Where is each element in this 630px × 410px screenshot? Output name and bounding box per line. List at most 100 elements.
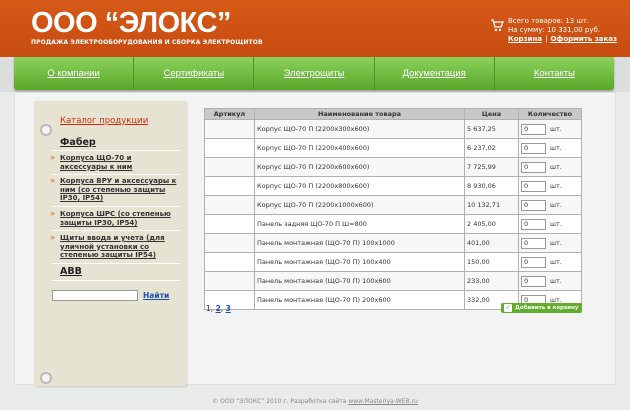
- cell-price: 8 930,06: [464, 176, 519, 196]
- cell-sku: [204, 252, 255, 272]
- divider: [52, 263, 180, 264]
- cell-price: 233,00: [464, 271, 519, 291]
- footer-text: © ООО “ЭЛОКС” 2010 г. Разработка сайта: [212, 398, 347, 405]
- cell-qty: 0 шт.: [518, 195, 582, 215]
- unit-label: шт.: [550, 220, 562, 228]
- divider: [52, 174, 180, 175]
- add-to-cart-label: Добавить в корзину: [515, 305, 579, 311]
- nav-contacts[interactable]: Контакты: [495, 57, 614, 90]
- nav-switchboards[interactable]: Электрощиты: [254, 57, 375, 90]
- section-abb[interactable]: ABB: [60, 266, 82, 277]
- catalog-item[interactable]: Корпуса ШРС (со степенью защиты IP30, IP…: [50, 210, 178, 227]
- unit-label: шт.: [550, 125, 562, 133]
- table-header-row: Артикул Наименование товара Цена Количес…: [204, 108, 582, 120]
- table-row: Панель монтажная (ЩО-70 П) 100х400 150,00…: [204, 252, 582, 272]
- cart-total-items: Всего товаров: 13 шт.: [508, 17, 590, 25]
- checkout-link[interactable]: Оформить заказ: [550, 35, 617, 43]
- binder-ring-bottom: [40, 372, 52, 384]
- cell-qty: 0 шт.: [518, 233, 582, 253]
- cell-price: 5 637,25: [464, 119, 519, 139]
- cell-sku: [204, 176, 255, 196]
- site-footer: © ООО “ЭЛОКС” 2010 г. Разработка сайта w…: [0, 398, 630, 405]
- quantity-input[interactable]: 0: [521, 123, 546, 135]
- cell-price: 401,00: [464, 233, 519, 253]
- catalog-title[interactable]: Каталог продукции: [60, 116, 148, 126]
- section-faber[interactable]: Фабер: [60, 137, 96, 148]
- unit-label: шт.: [550, 239, 562, 247]
- quantity-input[interactable]: 0: [521, 180, 546, 192]
- cell-qty: 0 шт.: [518, 157, 582, 177]
- unit-label: шт.: [550, 163, 562, 171]
- cell-name: Корпус ЩО-70 П (2200х800х600): [254, 176, 465, 196]
- cell-sku: [204, 271, 255, 291]
- cell-name: Панель монтажная (ЩО-70 П) 100х1000: [254, 233, 465, 253]
- cell-sku: [204, 157, 255, 177]
- divider: [52, 150, 180, 151]
- quantity-input[interactable]: 0: [521, 237, 546, 249]
- nav-certificates[interactable]: Сертификаты: [134, 57, 255, 90]
- cart-summary: Всего товаров: 13 шт. На сумму: 10 331,0…: [508, 17, 617, 44]
- cart-add-icon: ✓: [504, 304, 512, 312]
- unit-label: шт.: [550, 277, 562, 285]
- quantity-input[interactable]: 0: [521, 256, 546, 268]
- footer-developer-link[interactable]: www.Masteriya-WEB.ru: [348, 398, 417, 405]
- quantity-input[interactable]: 0: [521, 161, 546, 173]
- page-sep: ,: [210, 304, 214, 313]
- binder-ring-top: [40, 124, 52, 136]
- cell-price: 7 725,99: [464, 157, 519, 177]
- unit-label: шт.: [550, 258, 562, 266]
- table-row: Панель монтажная (ЩО-70 П) 100х600 233,00…: [204, 271, 582, 291]
- cell-sku: [204, 119, 255, 139]
- cell-name: Панель задняя ЩО-70 П Ш=800: [254, 214, 465, 234]
- cell-price: 150,00: [464, 252, 519, 272]
- quantity-input[interactable]: 0: [521, 218, 546, 230]
- cell-qty: 0 шт.: [518, 176, 582, 196]
- table-row: Корпус ЩО-70 П (2200х300х600) 5 637,25 0 шт…: [204, 119, 582, 139]
- cell-price: 6 237,02: [464, 138, 519, 158]
- nav-about[interactable]: О компании: [14, 57, 135, 90]
- cell-qty: 0 шт.: [518, 138, 582, 158]
- quantity-input[interactable]: 0: [521, 142, 546, 154]
- cell-name: Корпус ЩО-70 П (2200х600х600): [254, 157, 465, 177]
- cell-qty: 0 шт.: [518, 271, 582, 291]
- search-input[interactable]: [52, 290, 138, 301]
- catalog-item[interactable]: Корпуса ВРУ и аксессуары к ним (со степе…: [50, 177, 178, 203]
- unit-label: шт.: [550, 144, 562, 152]
- quantity-input[interactable]: 0: [521, 199, 546, 211]
- divider: [52, 280, 180, 281]
- search-button[interactable]: Найти: [143, 291, 169, 300]
- unit-label: шт.: [550, 201, 562, 209]
- cell-qty: 0 шт.: [518, 252, 582, 272]
- table-row: Корпус ЩО-70 П (2200х1000х600) 10 132,71 0…: [204, 195, 582, 215]
- divider: [52, 230, 180, 231]
- col-qty: Количество: [518, 108, 582, 120]
- cell-sku: [204, 233, 255, 253]
- cell-qty: 0 шт.: [518, 119, 582, 139]
- page-sep: ,: [220, 304, 224, 313]
- site-logo[interactable]: ООО “ЭЛОКС”: [31, 8, 231, 38]
- col-sku: Артикул: [204, 108, 255, 120]
- cart-icon[interactable]: [490, 18, 504, 34]
- cell-name: Корпус ЩО-70 П (2200х400х600): [254, 138, 465, 158]
- cell-sku: [204, 195, 255, 215]
- table-row: Корпус ЩО-70 П (2200х400х600) 6 237,02 0 шт…: [204, 138, 582, 158]
- quantity-input[interactable]: 0: [521, 275, 546, 287]
- cart-total-sum: На сумму: 10 331,00 руб.: [508, 26, 601, 34]
- pagination: 1, 2, 3: [206, 304, 231, 313]
- cell-name: Панель монтажная (ЩО-70 П) 200х600: [254, 290, 465, 310]
- cell-name: Корпус ЩО-70 П (2200х1000х600): [254, 195, 465, 215]
- table-row: Корпус ЩО-70 П (2200х800х600) 8 930,06 0 шт…: [204, 176, 582, 196]
- site-header: ООО “ЭЛОКС” ПРОДАЖА ЭЛЕКТРООБОРУДОВАНИЯ …: [0, 0, 630, 57]
- cart-link[interactable]: Корзина: [508, 35, 542, 43]
- catalog-item[interactable]: Щиты ввода и учета (для уличной установк…: [50, 234, 178, 260]
- catalog-item[interactable]: Корпуса ЩО-70 и аксессуары к ним: [50, 154, 178, 171]
- cell-name: Панель монтажная (ЩО-70 П) 100х400: [254, 252, 465, 272]
- col-price: Цена: [464, 108, 519, 120]
- add-to-cart-button[interactable]: ✓ Добавить в корзину: [501, 303, 582, 313]
- products-table: Артикул Наименование товара Цена Количес…: [204, 108, 582, 310]
- page-link-3[interactable]: 3: [226, 304, 231, 313]
- table-row: Панель монтажная (ЩО-70 П) 100х1000 401,0…: [204, 233, 582, 253]
- nav-documentation[interactable]: Документация: [375, 57, 495, 90]
- cell-price: 10 132,71: [464, 195, 519, 215]
- unit-label: шт.: [550, 182, 562, 190]
